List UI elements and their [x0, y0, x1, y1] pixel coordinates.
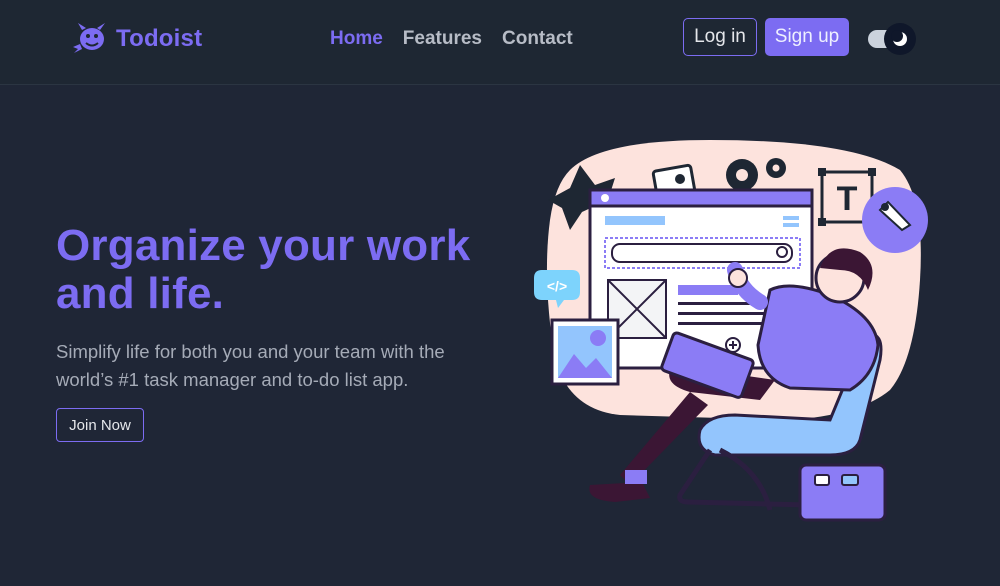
navbar: Todoist Home Features Contact Log in Sig… — [0, 0, 1000, 85]
hero-subtitle: Simplify life for both you and your team… — [56, 341, 445, 390]
toggle-knob — [884, 23, 916, 55]
hero-title: Organize your work and life. — [56, 221, 471, 318]
brand-name: Todoist — [116, 25, 203, 52]
bag-graphic — [798, 463, 887, 522]
main-nav: Home Features Contact — [330, 28, 573, 50]
hero-illustration: T </> — [534, 140, 928, 522]
hero-section: Organize your work and life. Simplify li… — [56, 222, 476, 442]
nav-link-features[interactable]: Features — [403, 28, 482, 50]
pen-tool-icon — [862, 187, 928, 253]
join-now-button[interactable]: Join Now — [56, 408, 144, 442]
letter-badge: T — [837, 180, 858, 218]
nav-link-home[interactable]: Home — [330, 28, 383, 50]
login-button[interactable]: Log in — [683, 18, 757, 56]
code-badge-text: </> — [547, 278, 567, 294]
theme-toggle[interactable] — [866, 22, 916, 56]
moon-icon — [891, 30, 907, 46]
signup-button[interactable]: Sign up — [765, 18, 849, 56]
devil-mascot-icon — [73, 23, 105, 53]
image-card-icon — [550, 318, 620, 386]
brand[interactable]: Todoist — [72, 22, 202, 56]
nav-link-contact[interactable]: Contact — [502, 28, 573, 50]
